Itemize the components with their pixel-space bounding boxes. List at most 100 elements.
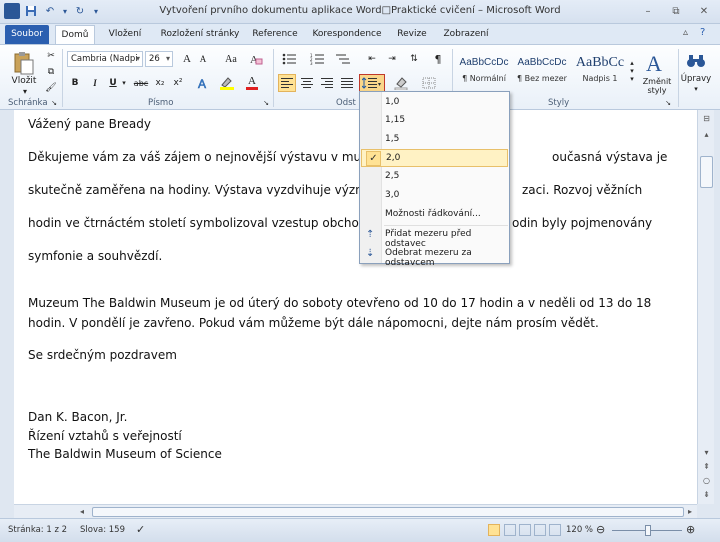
font-color-button[interactable]: A <box>244 75 260 91</box>
close-button[interactable]: ✕ <box>694 3 714 19</box>
line-spacing-option-1-15[interactable]: 1,15 <box>361 112 508 130</box>
bullets-icon[interactable] <box>280 51 298 67</box>
justify-icon[interactable] <box>338 74 356 92</box>
clipboard-launcher-icon[interactable]: ↘ <box>50 98 58 108</box>
change-styles-label[interactable]: Změnit styly <box>636 75 678 97</box>
scroll-right-icon[interactable]: ▸ <box>684 506 696 518</box>
tab-mailings[interactable]: Korespondence <box>308 25 386 44</box>
clipboard-icon[interactable] <box>10 49 38 77</box>
horizontal-scrollbar[interactable]: ◂ ▸ <box>14 504 697 518</box>
decrease-indent-icon[interactable]: ⇤ <box>364 51 380 67</box>
previous-page-icon[interactable]: ⇞ <box>700 460 713 473</box>
grow-font-button[interactable]: A <box>180 51 194 67</box>
styles-scroll-icon[interactable]: ▴ ▾ ▾ <box>628 51 636 91</box>
minimize-button[interactable]: – <box>638 3 658 19</box>
editing-button[interactable]: Úpravy <box>680 73 712 85</box>
strikethrough-button[interactable]: abc <box>132 75 150 91</box>
format-painter-icon[interactable]: 🖌 <box>44 81 58 95</box>
tab-references[interactable]: Reference <box>250 25 300 44</box>
numbering-icon[interactable]: 123 <box>308 51 326 67</box>
horizontal-scroll-thumb[interactable] <box>92 507 684 517</box>
draft-view-icon[interactable] <box>549 524 561 536</box>
align-left-icon[interactable] <box>278 74 296 92</box>
remove-space-after-item[interactable]: ⇣ Odebrat mezeru za odstavcem <box>361 245 508 268</box>
shrink-font-button[interactable]: A <box>196 51 210 67</box>
font-launcher-icon[interactable]: ↘ <box>262 98 270 108</box>
change-case-button[interactable]: Aa <box>220 51 242 67</box>
line-spacing-option-1-0[interactable]: 1,0 <box>361 94 508 112</box>
sort-icon[interactable]: ⇅ <box>406 51 422 67</box>
style-heading-1[interactable]: AaBbCc Nadpis 1 <box>572 49 628 93</box>
vertical-scroll-thumb[interactable] <box>700 156 713 188</box>
superscript-button[interactable]: x² <box>170 75 186 91</box>
line-spacing-option-label: 1,15 <box>385 115 406 125</box>
ruler-toggle-icon[interactable]: ⊟ <box>700 112 713 125</box>
web-layout-view-icon[interactable] <box>519 524 531 536</box>
binoculars-icon[interactable] <box>684 49 708 73</box>
svg-text:3: 3 <box>310 61 313 65</box>
line-spacing-option-3-0[interactable]: 3,0 <box>361 187 508 205</box>
line-spacing-options-item[interactable]: Možnosti řádkování... <box>361 206 508 224</box>
align-right-icon[interactable] <box>318 74 336 92</box>
text-effects-icon[interactable]: A <box>194 75 212 91</box>
font-size-dropdown[interactable]: 26 <box>145 51 173 67</box>
styles-launcher-icon[interactable]: ↘ <box>664 98 672 108</box>
clear-formatting-icon[interactable]: A <box>248 51 264 67</box>
subscript-button[interactable]: x₂ <box>152 75 168 91</box>
scroll-down-icon[interactable]: ▾ <box>700 446 713 459</box>
outline-view-icon[interactable] <box>534 524 546 536</box>
underline-button[interactable]: U <box>106 75 120 91</box>
editing-dropdown-icon[interactable]: ▾ <box>691 85 701 93</box>
group-label-font: Písmo <box>148 98 174 108</box>
zoom-out-icon[interactable]: ⊖ <box>596 523 605 536</box>
vertical-scrollbar[interactable]: ⊟ ▴ ▾ ⇞ ○ ⇟ <box>697 110 714 504</box>
scroll-up-icon[interactable]: ▴ <box>700 128 713 141</box>
italic-button[interactable]: I <box>88 75 102 91</box>
minimize-ribbon-icon[interactable]: ▵ <box>683 27 688 38</box>
borders-icon[interactable] <box>418 74 440 92</box>
status-page[interactable]: Stránka: 1 z 2 <box>8 525 67 535</box>
paste-dropdown-icon[interactable]: ▾ <box>20 87 30 96</box>
show-marks-icon[interactable]: ¶ <box>430 51 446 67</box>
multilevel-list-icon[interactable] <box>334 51 352 67</box>
font-name-dropdown[interactable]: Cambria (Nadpi <box>67 51 143 67</box>
line-spacing-option-2-0[interactable]: ✓ 2,0 <box>361 149 508 167</box>
scroll-left-icon[interactable]: ◂ <box>76 506 88 518</box>
svg-text:A: A <box>646 51 662 75</box>
shading-icon[interactable] <box>392 74 412 92</box>
browse-object-icon[interactable]: ○ <box>700 474 713 487</box>
zoom-in-icon[interactable]: ⊕ <box>686 523 695 536</box>
align-center-icon[interactable] <box>298 74 316 92</box>
tab-view[interactable]: Zobrazení <box>440 25 492 44</box>
proofing-icon[interactable]: ✓ <box>136 523 145 536</box>
add-space-before-item[interactable]: ⇡ Přidat mezeru před odstavec <box>361 226 508 249</box>
tab-file[interactable]: Soubor <box>5 25 49 44</box>
copy-icon[interactable]: ⧉ <box>44 65 58 79</box>
underline-dropdown-icon[interactable]: ▾ <box>120 75 128 91</box>
zoom-slider-thumb[interactable] <box>645 525 651 536</box>
style-normal[interactable]: AaBbCcDc ¶ Normální <box>456 49 512 93</box>
document-area[interactable]: Vážený pane Bready Děkujeme vám za váš z… <box>14 110 697 504</box>
line-spacing-option-1-5[interactable]: 1,5 <box>361 131 508 149</box>
tab-insert[interactable]: Vložení <box>100 25 150 44</box>
tab-home[interactable]: Domů <box>55 25 95 44</box>
tab-review[interactable]: Revize <box>392 25 432 44</box>
status-words[interactable]: Slova: 159 <box>80 525 125 535</box>
line-spacing-option-2-5[interactable]: 2,5 <box>361 168 508 186</box>
tab-page-layout[interactable]: Rozložení stránky <box>155 25 245 44</box>
increase-indent-icon[interactable]: ⇥ <box>384 51 400 67</box>
zoom-level[interactable]: 120 % <box>566 525 593 535</box>
style-no-spacing[interactable]: AaBbCcDc ¶ Bez mezer <box>514 49 570 93</box>
change-styles-icon[interactable]: A <box>640 47 674 77</box>
paste-button[interactable]: Vložit <box>8 75 40 87</box>
bold-button[interactable]: B <box>68 75 82 91</box>
restore-button[interactable]: ⧉ <box>666 3 686 19</box>
next-page-icon[interactable]: ⇟ <box>700 488 713 501</box>
style-no-spacing-sample: AaBbCcDc <box>517 57 567 68</box>
full-screen-view-icon[interactable] <box>504 524 516 536</box>
cut-icon[interactable]: ✂ <box>44 49 58 63</box>
print-layout-view-icon[interactable] <box>488 524 500 536</box>
line-spacing-button[interactable]: ▾ <box>359 74 385 92</box>
highlight-icon[interactable] <box>218 75 236 91</box>
help-icon[interactable]: ? <box>700 27 705 38</box>
